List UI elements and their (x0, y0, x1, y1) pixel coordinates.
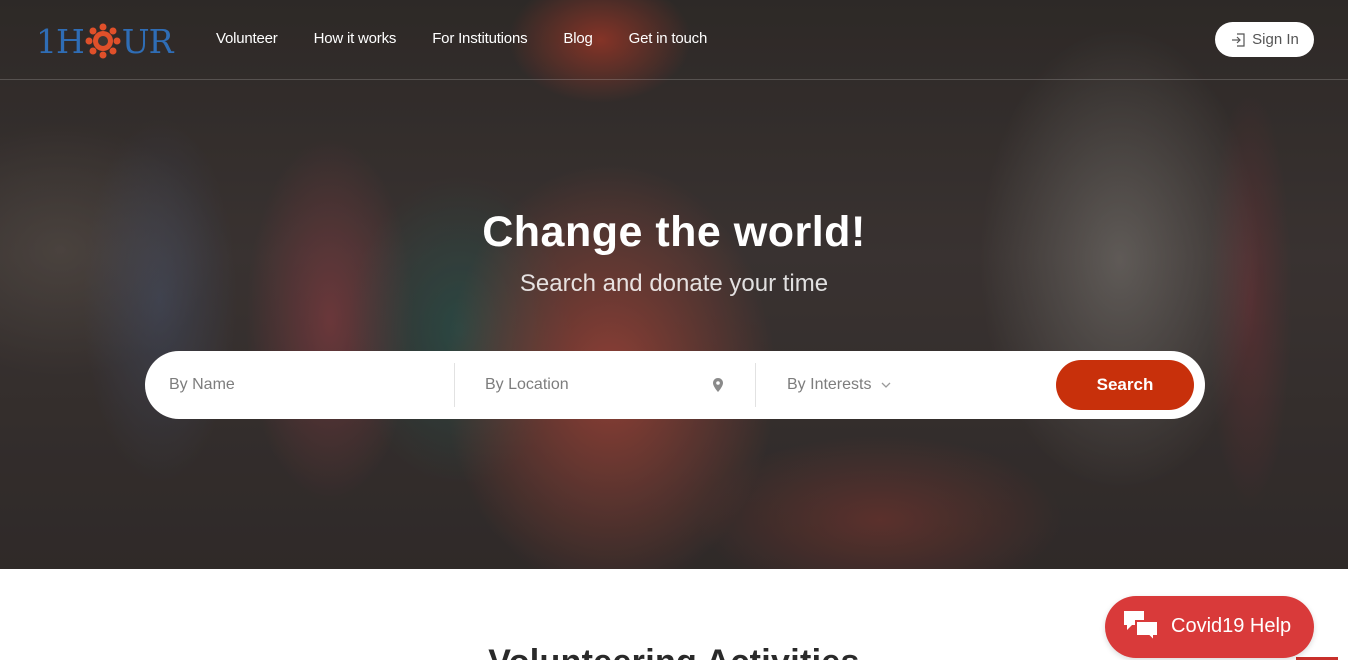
sign-in-icon (1232, 32, 1245, 47)
map-pin-icon (713, 378, 723, 392)
location-search-input[interactable] (485, 376, 705, 394)
field-divider (454, 363, 455, 407)
logo[interactable]: 1H UR (36, 20, 174, 62)
logo-text-left: 1H (36, 21, 85, 61)
field-divider (755, 363, 756, 407)
interests-label: By Interests (787, 376, 872, 393)
location-field-wrapper (485, 351, 725, 419)
interests-dropdown[interactable]: By Interests (787, 351, 947, 419)
sign-in-button[interactable]: Sign In (1215, 22, 1314, 57)
nav-link-for-institutions[interactable]: For Institutions (432, 30, 527, 47)
covid19-help-label: Covid19 Help (1171, 615, 1292, 637)
search-bar: By Interests Search (145, 351, 1205, 419)
name-field-wrapper (169, 351, 449, 419)
sign-in-label: Sign In (1252, 31, 1299, 48)
chevron-down-icon (882, 382, 891, 388)
top-navigation: 1H UR Volunteer How it works For Institu… (0, 0, 1348, 80)
gear-logo-icon (85, 23, 121, 59)
nav-link-get-in-touch[interactable]: Get in touch (629, 30, 708, 47)
name-search-input[interactable] (169, 376, 429, 394)
chat-bubbles-icon (1124, 611, 1159, 643)
logo-text-right: UR (121, 21, 174, 61)
nav-link-how-it-works[interactable]: How it works (314, 30, 397, 47)
hero-subtitle: Search and donate your time (519, 270, 829, 297)
nav-link-volunteer[interactable]: Volunteer (216, 30, 278, 47)
covid19-help-button[interactable]: Covid19 Help (1105, 596, 1314, 658)
search-button[interactable]: Search (1056, 360, 1194, 410)
main-menu: Volunteer How it works For Institutions … (216, 30, 743, 47)
nav-link-blog[interactable]: Blog (563, 30, 592, 47)
hero-title: Change the world! (482, 208, 866, 256)
